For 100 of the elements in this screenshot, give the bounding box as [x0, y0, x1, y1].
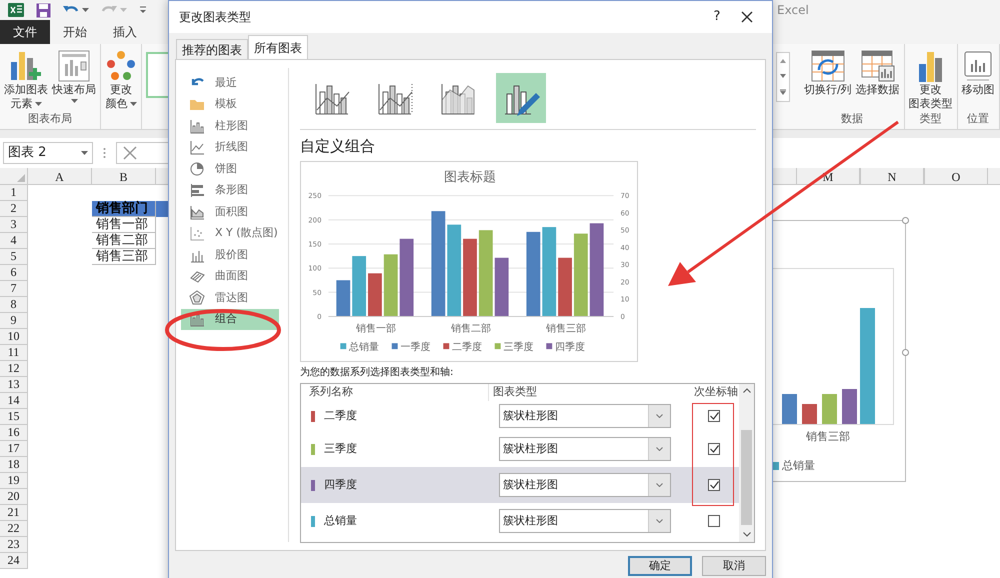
table-chart-icon [860, 50, 895, 82]
ribbon-button[interactable]: 更改 图表类型 [906, 50, 955, 111]
chart-type-item[interactable]: 模板 [181, 94, 279, 115]
color-dots-icon [105, 50, 137, 82]
ribbon-button[interactable]: 快速布局 [50, 50, 98, 111]
dialog-button[interactable]: 取消 [702, 556, 766, 576]
checkbox[interactable] [708, 410, 720, 422]
expand-icon[interactable] [780, 89, 786, 96]
chart-type-item[interactable]: 雷达图 [181, 287, 279, 308]
row-header[interactable]: 12 [0, 361, 28, 377]
chart-type-dropdown[interactable]: 簇状柱形图 [499, 404, 671, 428]
check-icon [710, 481, 718, 489]
row-header[interactable]: 10 [0, 329, 28, 345]
row-header[interactable]: 20 [0, 489, 28, 505]
column-header: 系列名称 [309, 384, 489, 401]
row-header[interactable]: 13 [0, 377, 28, 393]
row-header[interactable]: 7 [0, 281, 28, 297]
name-box[interactable]: 图表 2 [3, 142, 93, 164]
chart-type-item[interactable]: 饼图 [181, 158, 279, 180]
chart-type-item[interactable]: 曲面图 [181, 266, 279, 287]
scroll-down-icon[interactable] [780, 74, 786, 78]
bar [494, 258, 509, 316]
dialog-tab[interactable]: 推荐的图表 [176, 39, 248, 59]
ribbon-tab[interactable]: 开始 [50, 20, 100, 44]
row-header[interactable]: 15 [0, 409, 28, 425]
chart-type-item[interactable]: 折线图 [181, 136, 279, 158]
close-icon[interactable] [123, 146, 137, 160]
column-header[interactable]: O [924, 168, 988, 184]
series-name: 三季度 [324, 440, 358, 457]
row-header[interactable]: 16 [0, 425, 28, 441]
ribbon-button[interactable]: 切换行/列 [802, 50, 854, 111]
chart-type-item[interactable]: 条形图 [181, 180, 279, 201]
bar [336, 280, 350, 316]
column-header[interactable]: N [860, 168, 924, 184]
row-header[interactable]: 2 [0, 201, 28, 217]
row-header[interactable]: 14 [0, 393, 28, 409]
series-row[interactable]: 总销量 簇状柱形图 [301, 503, 739, 539]
ribbon-tab[interactable]: 插入 [100, 20, 150, 44]
scrollbar-thumb[interactable] [741, 430, 752, 525]
chart-type-item[interactable]: 柱形图 [181, 115, 279, 136]
row-header[interactable]: 19 [0, 473, 28, 489]
row-header[interactable]: 17 [0, 441, 28, 457]
ribbon-button[interactable]: 选择数据 [854, 50, 902, 111]
row-header[interactable]: 23 [0, 537, 28, 553]
chart-type-dropdown[interactable]: 簇状柱形图 [499, 473, 671, 497]
chart-type-dropdown[interactable]: 簇状柱形图 [499, 437, 671, 461]
check-icon [710, 445, 718, 453]
resize-handle[interactable] [902, 349, 909, 356]
file-tab[interactable]: 文件 [0, 20, 50, 44]
series-row[interactable]: 四季度 簇状柱形图 [301, 467, 739, 503]
bar-chart-icon [916, 50, 945, 82]
radar-chart-icon [189, 290, 205, 306]
line-chart-icon [189, 139, 205, 156]
chart-type-item[interactable]: 股价图 [181, 244, 279, 266]
dialog-title: 更改图表类型 [179, 9, 252, 26]
chart-type-item[interactable]: 最近 [181, 72, 279, 94]
checkbox[interactable] [708, 515, 720, 527]
category-label: 销售三部 [806, 429, 851, 445]
checkbox[interactable] [708, 479, 720, 491]
instruction-text: 为您的数据系列选择图表类型和轴: [300, 366, 454, 380]
row-header[interactable]: 9 [0, 313, 28, 329]
row-header[interactable]: 3 [0, 217, 28, 233]
scroll-up-icon[interactable] [742, 388, 750, 393]
series-name: 四季度 [324, 476, 358, 493]
chart-type-dropdown[interactable]: 簇状柱形图 [499, 509, 671, 533]
spreadsheet-icon[interactable] [8, 2, 24, 18]
row-header[interactable]: 6 [0, 265, 28, 281]
customize-icon[interactable] [139, 6, 147, 14]
row-header[interactable]: 1 [0, 185, 28, 201]
row-header[interactable]: 11 [0, 345, 28, 361]
chevron-down-icon [656, 519, 663, 523]
row-header[interactable]: 22 [0, 521, 28, 537]
chart-type-item[interactable]: X Y (散点图) [181, 222, 279, 244]
row-header[interactable]: 5 [0, 249, 28, 265]
column-header[interactable]: B [92, 168, 156, 184]
legend-label: 二季度 [452, 342, 482, 354]
resize-handle[interactable] [902, 217, 909, 224]
row-header[interactable]: 8 [0, 297, 28, 313]
column-header: 图表类型 [492, 384, 538, 400]
column-header[interactable]: A [28, 168, 92, 184]
ribbon-button[interactable]: 更改 颜色 [103, 50, 139, 111]
row-header[interactable]: 24 [0, 553, 28, 569]
row-header[interactable]: 18 [0, 457, 28, 473]
dialog-button[interactable]: 确定 [628, 556, 692, 576]
checkbox[interactable] [708, 443, 720, 455]
scroll-down-icon[interactable] [742, 532, 750, 537]
ribbon-button[interactable]: 移动图 [960, 50, 997, 111]
table-cell: 销售二部 [92, 233, 156, 249]
help-button[interactable]: ? [702, 7, 732, 27]
dialog-tab[interactable]: 所有图表 [248, 35, 308, 59]
legend-label: 三季度 [504, 342, 534, 354]
legend-label: 总销量 [349, 342, 380, 354]
scroll-up-icon[interactable] [780, 58, 786, 63]
row-header[interactable]: 4 [0, 233, 28, 249]
row-header[interactable]: 21 [0, 505, 28, 521]
chart-plus-icon [9, 50, 43, 82]
chart-subtype-button[interactable] [496, 73, 546, 123]
save-icon[interactable] [36, 2, 51, 18]
chart-type-item[interactable]: 面积图 [181, 201, 279, 222]
ribbon-button[interactable]: 添加图表 元素 [2, 50, 50, 111]
